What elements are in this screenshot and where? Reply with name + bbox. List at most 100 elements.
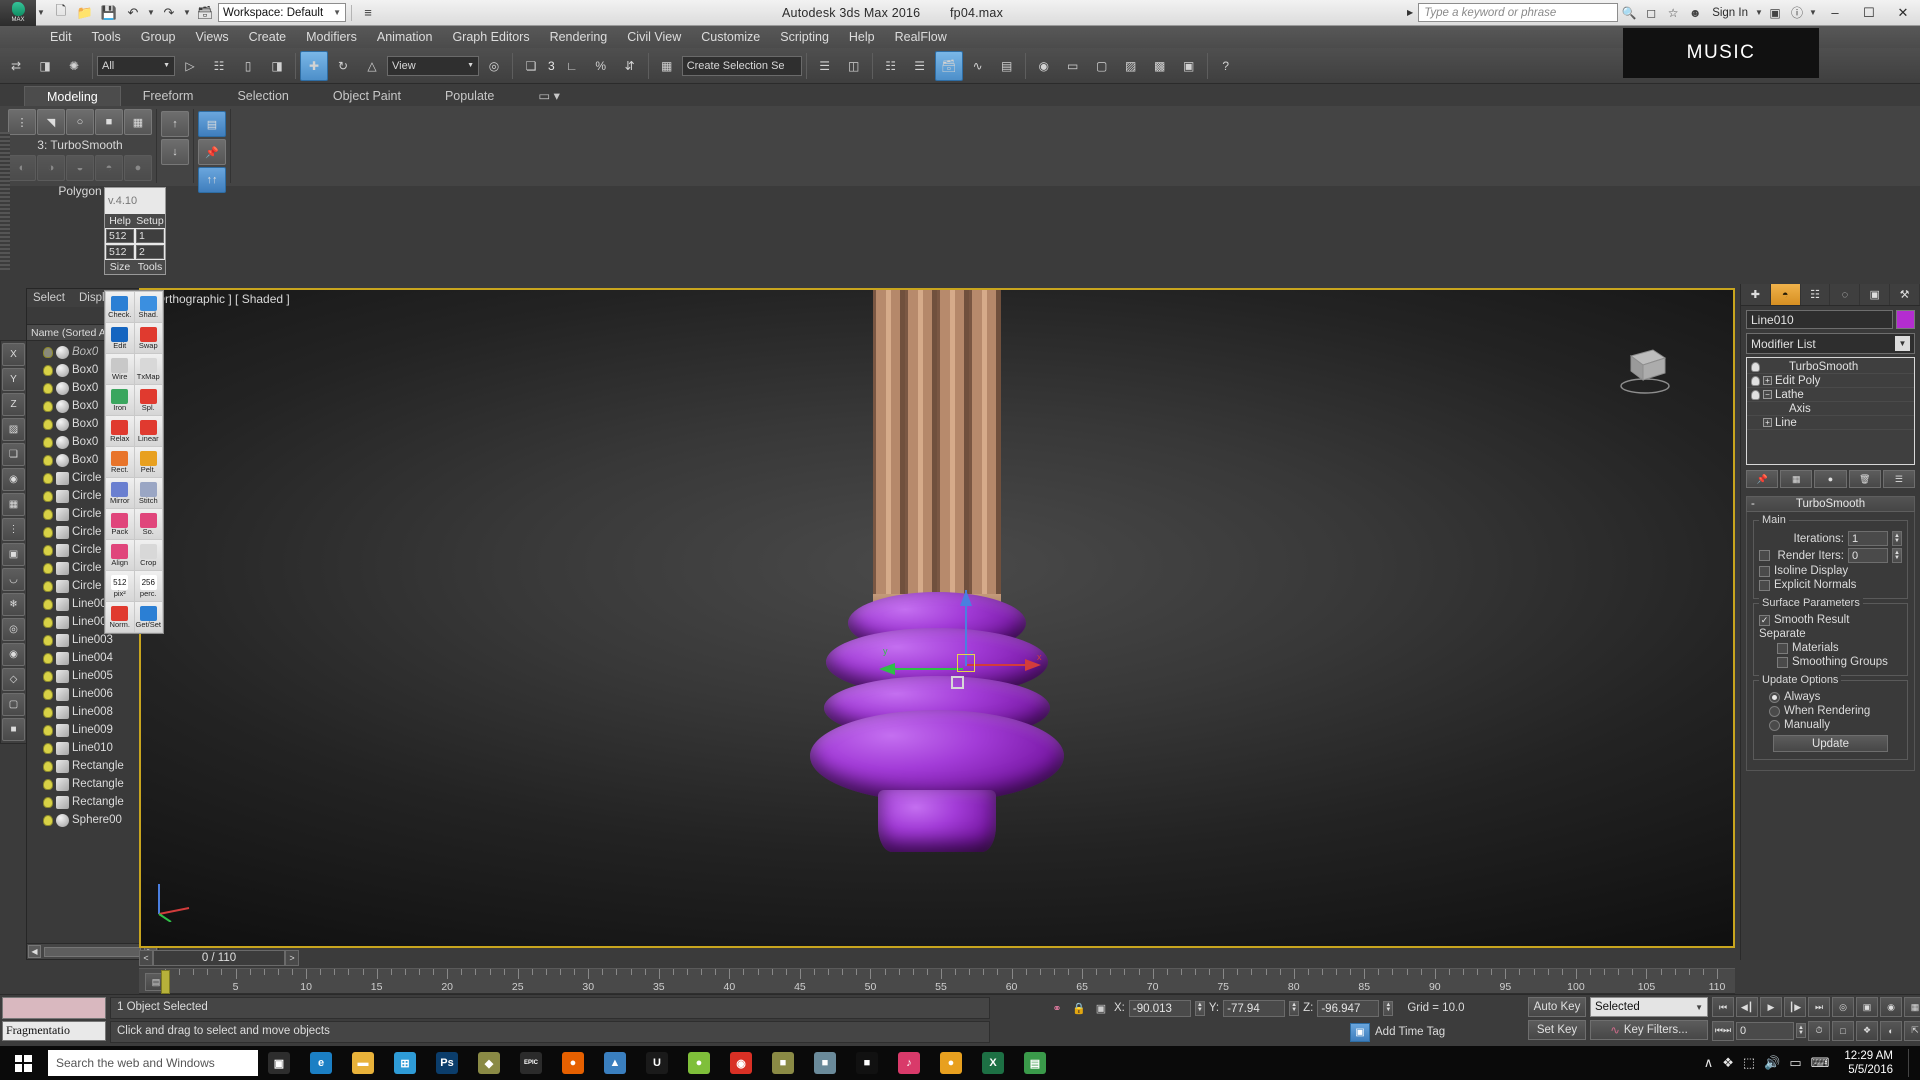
material-preview-swatch[interactable] (2, 997, 106, 1019)
sign-in-caret-icon[interactable]: ▼ (1754, 8, 1764, 17)
visibility-bulb-icon[interactable] (43, 796, 53, 808)
turbosmooth-rollout-header[interactable]: - TurboSmooth (1746, 496, 1915, 512)
user-account-icon[interactable]: ☻ (1684, 0, 1706, 26)
visibility-bulb-icon[interactable] (43, 814, 53, 826)
tab-modify[interactable]: ◓ (1770, 284, 1801, 305)
save-file-icon[interactable]: 💾 (98, 3, 120, 23)
select-and-rotate-icon[interactable]: ↻ (329, 51, 357, 81)
orbit-icon[interactable]: ◉ (1880, 997, 1902, 1017)
texture-tool-button[interactable]: Align (106, 540, 134, 570)
open-file-icon[interactable]: 📁 (74, 3, 96, 23)
help-toolbar-icon[interactable]: ? (1212, 51, 1240, 81)
ring-selection-icon[interactable]: ◒ (66, 155, 94, 181)
menu-item-animation[interactable]: Animation (367, 26, 443, 48)
visibility-bulb-icon[interactable] (43, 472, 53, 484)
modifier-stack-row[interactable]: − Lathe (1747, 388, 1914, 402)
rendered-frame-window-icon[interactable]: ▢ (1088, 51, 1116, 81)
vertex-level-icon[interactable]: ⋮ (8, 109, 36, 135)
texture-tool-button[interactable]: Linear (134, 416, 162, 446)
undo-icon[interactable]: ↶ (122, 3, 144, 23)
texture-tool-button[interactable]: So. (134, 509, 162, 539)
pad-count-1-field[interactable]: 1 (136, 229, 164, 243)
taskbar-clock[interactable]: 12:29 AM 5/5/2016 (1838, 1049, 1899, 1077)
texture-tool-button[interactable]: Check. (106, 292, 134, 322)
texture-tool-button[interactable]: TxMap (134, 354, 162, 384)
render-setup-icon[interactable]: ▭ (1059, 51, 1087, 81)
grow-selection-icon[interactable]: ◐ (8, 155, 36, 181)
field-of-view-icon[interactable]: ❖ (1856, 1020, 1878, 1041)
ribbon-tab-selection[interactable]: Selection (215, 86, 310, 106)
taskbar-button[interactable]: ▬ (342, 1046, 384, 1080)
workspace-selector[interactable]: Workspace: Default ▼ (218, 3, 346, 22)
go-to-start-icon[interactable]: ⏮ (1712, 997, 1734, 1017)
visibility-bulb-icon[interactable] (43, 526, 53, 538)
menu-item-modifiers[interactable]: Modifiers (296, 26, 367, 48)
expand-subobject-icon[interactable]: + (1763, 418, 1772, 427)
network-icon[interactable]: ⬚ (1743, 1055, 1755, 1071)
texture-tool-button[interactable]: Pack (106, 509, 134, 539)
modifier-stack-row[interactable]: TurboSmooth (1747, 360, 1914, 374)
min-max-toggle-icon[interactable]: ⇱ (1904, 1020, 1920, 1041)
selection-filter-dropdown[interactable]: All ▼ (97, 55, 175, 76)
texture-tool-button[interactable]: Iron (106, 385, 134, 415)
menu-item-customize[interactable]: Customize (691, 26, 770, 48)
tab-motion[interactable]: ◌ (1830, 284, 1861, 305)
texture-tool-button[interactable]: Crop (134, 540, 162, 570)
taskbar-button[interactable]: ⊞ (384, 1046, 426, 1080)
visibility-bulb-icon[interactable] (43, 580, 53, 592)
taskbar-button[interactable]: ▤ (1014, 1046, 1056, 1080)
visibility-bulb-icon[interactable] (43, 544, 53, 556)
z-spinner[interactable]: ▲ ▼ (1383, 1000, 1394, 1016)
window-crossing-icon[interactable]: ◨ (263, 51, 291, 81)
ribbon-tab-object-paint[interactable]: Object Paint (311, 86, 423, 106)
taskbar-button[interactable]: U (636, 1046, 678, 1080)
app-logo[interactable]: MAX (0, 0, 36, 26)
show-end-result-button[interactable]: ▦ (1780, 470, 1813, 488)
taskbar-button[interactable]: ● (930, 1046, 972, 1080)
smooth-result-checkbox[interactable]: ✓ (1759, 614, 1770, 626)
schematic-view-icon[interactable]: ▤ (993, 51, 1021, 81)
snaps-toggle-icon[interactable]: ❏ (2, 443, 25, 466)
select-object-icon[interactable]: ▷ (176, 51, 204, 81)
tab-create[interactable]: ✚ (1741, 284, 1771, 305)
menu-item-group[interactable]: Group (131, 26, 186, 48)
modifier-stack-row[interactable]: + Edit Poly (1747, 374, 1914, 388)
update-manually-radio[interactable] (1769, 719, 1780, 731)
zoom-region-icon[interactable]: ◎ (1832, 997, 1854, 1017)
axis-constraint-xy-icon[interactable]: ▨ (2, 418, 25, 441)
pin-stack-icon[interactable]: 📌 (198, 139, 226, 165)
arc-rotate-icon[interactable]: ◐ (1880, 1020, 1902, 1041)
ribbon-tab-freeform[interactable]: Freeform (121, 86, 216, 106)
visibility-bulb-icon[interactable] (43, 742, 53, 754)
zoom-extents-icon[interactable]: □ (1832, 1020, 1854, 1041)
extra-tool-icon[interactable]: ■ (2, 718, 25, 741)
floating-setup-menu[interactable]: Setup (135, 214, 165, 228)
render-iters-spinner[interactable]: ▲ ▼ (1892, 548, 1902, 563)
taskbar-button[interactable]: ▲ (594, 1046, 636, 1080)
tab-display[interactable]: ▣ (1860, 284, 1891, 305)
close-button[interactable]: ✕ (1886, 0, 1920, 26)
taskbar-button[interactable]: EPIC (510, 1046, 552, 1080)
visibility-bulb-icon[interactable] (43, 778, 53, 790)
texture-tool-button[interactable]: Swap (134, 323, 162, 353)
material-editor-icon[interactable]: ◉ (1030, 51, 1058, 81)
menu-item-views[interactable]: Views (185, 26, 238, 48)
pan-view-icon[interactable]: ▣ (1856, 997, 1878, 1017)
select-and-scale-icon[interactable]: △ (358, 51, 386, 81)
ribbon-overflow-icon[interactable]: ▭ ▾ (516, 86, 582, 106)
taskbar-button[interactable]: Ps (426, 1046, 468, 1080)
taskbar-search-input[interactable]: Search the web and Windows (48, 1050, 258, 1076)
taskbar-button[interactable]: ■ (846, 1046, 888, 1080)
add-time-tag-area[interactable]: ▣ Add Time Tag (1350, 1021, 1445, 1043)
shrink-selection-icon[interactable]: ◑ (37, 155, 65, 181)
unfreeze-all-icon[interactable]: ◇ (2, 668, 25, 691)
visibility-bulb-icon[interactable] (43, 562, 53, 574)
ribbon-tab-populate[interactable]: Populate (423, 86, 516, 106)
texture-tool-button[interactable]: 256 perc. (134, 571, 162, 601)
next-frame-button[interactable]: > (285, 950, 299, 966)
render-iters-checkbox[interactable] (1759, 550, 1770, 561)
gizmo-center-handle[interactable] (957, 654, 975, 672)
show-hidden-icons[interactable]: ∧ (1704, 1055, 1714, 1071)
texture-tool-button[interactable]: Relax (106, 416, 134, 446)
taskbar-button[interactable]: ◉ (720, 1046, 762, 1080)
